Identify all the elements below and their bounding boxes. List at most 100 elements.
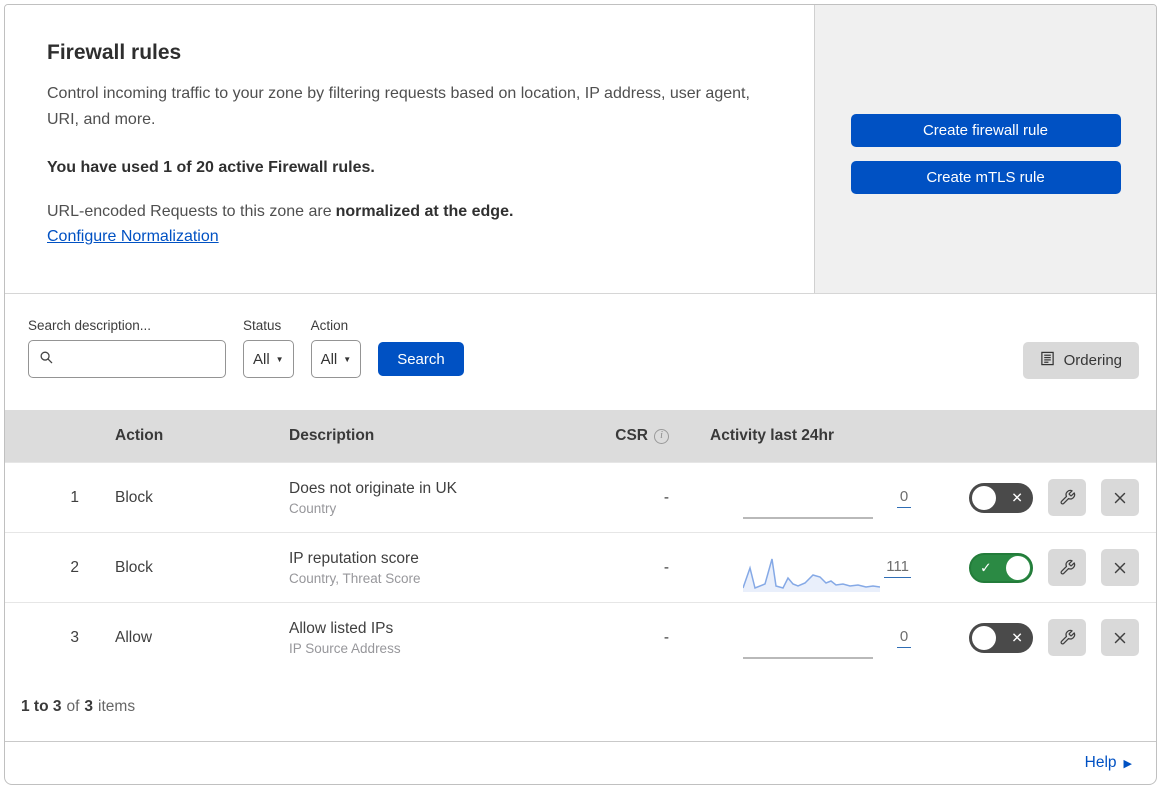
header-section: Firewall rules Control incoming traffic … <box>5 5 1156 294</box>
search-label: Search description... <box>28 318 152 333</box>
action-dropdown[interactable]: All ▼ <box>310 340 362 378</box>
activity-cell: 0 <box>685 603 935 672</box>
status-filter-group: Status All ▼ <box>243 318 294 378</box>
edit-rule-button[interactable] <box>1048 549 1086 586</box>
activity-count-link[interactable]: 0 <box>897 628 911 648</box>
csr-column-header: CSR i <box>595 427 685 445</box>
activity-count-link[interactable]: 0 <box>897 488 911 508</box>
enable-toggle[interactable]: ✕ <box>969 482 1033 513</box>
close-icon <box>1114 492 1126 503</box>
activity-cell: 0 <box>685 463 935 532</box>
action-label: Action <box>310 318 349 333</box>
pagination-total: 3 <box>84 697 94 715</box>
toggle-knob <box>1006 555 1030 580</box>
normalization-prefix: URL-encoded Requests to this zone are <box>47 202 332 220</box>
csr-value: - <box>663 488 669 506</box>
filter-bar: Search description... Status All ▼ Actio… <box>5 294 1156 410</box>
activity-sparkline-empty <box>743 486 880 522</box>
create-mtls-rule-button[interactable]: Create mTLS rule <box>850 161 1121 194</box>
action-filter-group: Action All ▼ <box>310 318 362 378</box>
search-group: Search description... <box>28 318 226 378</box>
action-cell: Allow <box>115 628 153 646</box>
search-button[interactable]: Search <box>378 342 464 376</box>
close-icon <box>1114 632 1126 643</box>
ordering-button[interactable]: Ordering <box>1022 342 1139 379</box>
table-row: 3 Allow Allow listed IPs IP Source Addre… <box>5 602 1156 672</box>
status-dropdown-value: All <box>253 350 270 368</box>
pagination-range: 1 to 3 <box>21 697 62 715</box>
status-dropdown[interactable]: All ▼ <box>243 340 294 378</box>
toggle-state-icon: ✓ <box>980 559 992 576</box>
normalization-note: URL-encoded Requests to this zone are nor… <box>47 203 772 221</box>
list-document-icon <box>1040 351 1055 370</box>
edit-rule-button[interactable] <box>1048 479 1086 516</box>
chevron-down-icon: ▼ <box>343 354 352 364</box>
action-cell: Block <box>115 488 153 506</box>
create-firewall-rule-button[interactable]: Create firewall rule <box>850 114 1121 147</box>
wrench-icon <box>1060 629 1075 645</box>
activity-column-header: Activity last 24hr <box>710 427 835 444</box>
description-cell: Does not originate in UK Country <box>275 480 595 516</box>
delete-rule-button[interactable] <box>1101 479 1139 516</box>
enable-toggle[interactable]: ✓ <box>969 552 1033 583</box>
actions-panel: Create firewall rule Create mTLS rule <box>815 5 1156 293</box>
activity-sparkline <box>743 556 880 592</box>
controls-cell: ✓ <box>935 549 1156 586</box>
pagination-of: of <box>66 697 80 715</box>
page-title: Firewall rules <box>47 41 182 64</box>
close-icon <box>1114 562 1126 573</box>
edit-rule-button[interactable] <box>1048 619 1086 656</box>
description-fields: IP Source Address <box>289 640 401 656</box>
enable-toggle[interactable]: ✕ <box>969 622 1033 653</box>
search-input-wrap <box>28 340 226 378</box>
action-dropdown-value: All <box>320 350 338 368</box>
pagination-summary: 1 to 3 of 3 items <box>5 672 1156 741</box>
arrow-right-icon: ▶ <box>1123 757 1132 770</box>
pagination-items: items <box>98 697 136 715</box>
delete-rule-button[interactable] <box>1101 549 1139 586</box>
controls-cell: ✕ <box>935 619 1156 656</box>
table-row: 2 Block IP reputation score Country, Thr… <box>5 532 1156 602</box>
delete-rule-button[interactable] <box>1101 619 1139 656</box>
activity-cell: 111 <box>685 533 935 602</box>
csr-column-label: CSR <box>615 427 648 444</box>
table-header-row: Action Description CSR i Activity last 2… <box>5 410 1156 462</box>
wrench-icon <box>1060 559 1075 575</box>
priority-cell: 2 <box>70 558 79 576</box>
controls-cell: ✕ <box>935 479 1156 516</box>
table-row: 1 Block Does not originate in UK Country… <box>5 462 1156 532</box>
toggle-knob <box>972 485 996 510</box>
action-cell: Block <box>115 558 153 576</box>
action-column-header: Action <box>115 427 164 444</box>
help-link[interactable]: Help ▶ <box>1085 754 1132 772</box>
description-title: Does not originate in UK <box>289 479 458 497</box>
configure-normalization-link[interactable]: Configure Normalization <box>47 228 219 246</box>
search-input[interactable] <box>62 351 215 367</box>
wrench-icon <box>1060 489 1075 505</box>
search-icon <box>39 350 54 369</box>
bottom-bar: Help ▶ <box>5 741 1156 784</box>
csr-value: - <box>663 558 669 576</box>
ordering-button-label: Ordering <box>1063 352 1122 369</box>
description-fields: Country <box>289 500 337 516</box>
activity-sparkline-empty <box>743 626 880 662</box>
activity-count-link[interactable]: 111 <box>884 558 911 578</box>
help-link-label: Help <box>1084 754 1117 771</box>
chevron-down-icon: ▼ <box>275 354 284 364</box>
priority-cell: 3 <box>70 628 79 646</box>
normalization-bold: normalized at the edge. <box>335 202 514 220</box>
csr-value: - <box>663 628 669 646</box>
description-title: Allow listed IPs <box>289 619 394 637</box>
description-cell: IP reputation score Country, Threat Scor… <box>275 550 595 586</box>
header-text-block: Firewall rules Control incoming traffic … <box>5 5 815 293</box>
firewall-rules-card: Firewall rules Control incoming traffic … <box>4 4 1157 785</box>
toggle-state-icon: ✕ <box>1011 629 1023 646</box>
info-icon[interactable]: i <box>654 428 669 444</box>
priority-cell: 1 <box>70 488 79 506</box>
description-fields: Country, Threat Score <box>289 570 421 586</box>
page-description: Control incoming traffic to your zone by… <box>47 85 750 128</box>
toggle-knob <box>972 625 996 650</box>
description-cell: Allow listed IPs IP Source Address <box>275 620 595 656</box>
toggle-state-icon: ✕ <box>1011 489 1023 506</box>
usage-summary: You have used 1 of 20 active Firewall ru… <box>47 158 375 176</box>
